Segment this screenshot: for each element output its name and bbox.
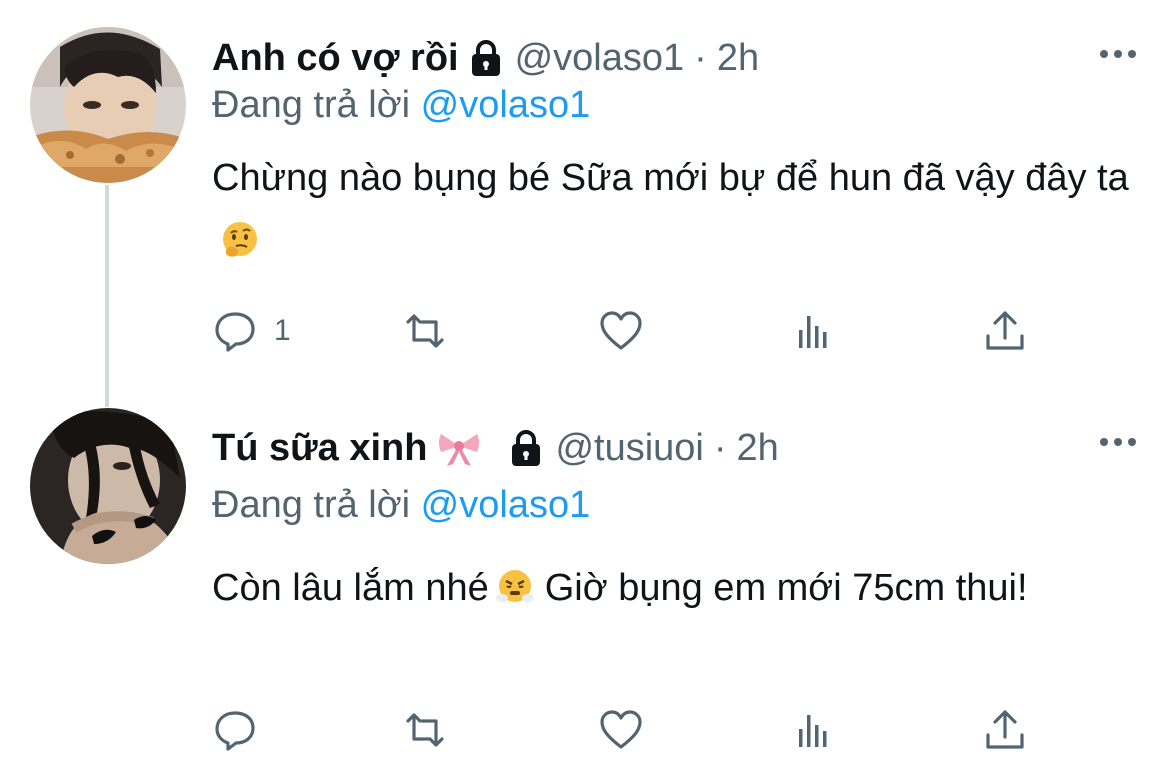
tweet-header: Tú sữa xinh @tusiuoi · 2h bbox=[212, 418, 1130, 478]
retweet-button[interactable] bbox=[402, 306, 448, 356]
timestamp[interactable]: 2h bbox=[737, 427, 779, 470]
retweet-button[interactable] bbox=[402, 705, 448, 755]
views-button[interactable] bbox=[790, 705, 836, 755]
avatar[interactable] bbox=[30, 27, 186, 183]
more-options-icon[interactable] bbox=[1098, 34, 1138, 74]
more-options-icon[interactable] bbox=[1098, 422, 1138, 462]
heart-icon bbox=[600, 710, 642, 749]
analytics-icon bbox=[799, 715, 827, 747]
retweet-icon bbox=[406, 713, 444, 747]
tweet-text: Còn lâu lắm nhé Giờ bụng em mới 75cm thu… bbox=[212, 556, 1142, 620]
tweet-actions bbox=[212, 705, 1042, 755]
replying-to: Đang trả lời @volaso1 bbox=[212, 84, 590, 127]
lock-icon bbox=[469, 38, 503, 78]
display-name[interactable]: Anh có vợ rồi bbox=[212, 37, 459, 80]
reply-icon bbox=[215, 312, 255, 352]
thinking-face-icon bbox=[220, 216, 260, 257]
replying-prefix: Đang trả lời bbox=[212, 84, 411, 126]
ribbon-icon bbox=[437, 428, 481, 468]
tweet-text-continuation: Giờ bụng em mới 75cm thui! bbox=[544, 567, 1028, 609]
tweet-header: Anh có vợ rồi @volaso1 · 2h bbox=[212, 28, 1130, 88]
reply-count: 1 bbox=[274, 314, 291, 347]
reply-button[interactable] bbox=[212, 705, 274, 755]
reply-button[interactable]: 1 bbox=[212, 306, 291, 356]
lock-icon bbox=[509, 428, 543, 468]
replying-to-handle[interactable]: @volaso1 bbox=[421, 484, 591, 526]
views-button[interactable] bbox=[790, 306, 836, 356]
separator-dot: · bbox=[694, 36, 707, 79]
share-button[interactable] bbox=[982, 705, 1028, 755]
replying-to-handle[interactable]: @volaso1 bbox=[421, 84, 591, 126]
avatar[interactable] bbox=[30, 408, 186, 564]
tweet-text: Chừng nào bụng bé Sữa mới bự để hun đã v… bbox=[212, 146, 1142, 274]
tweet-text-content: Chừng nào bụng bé Sữa mới bự để hun đã v… bbox=[212, 157, 1129, 199]
share-button[interactable] bbox=[982, 306, 1028, 356]
tweet[interactable]: Anh có vợ rồi @volaso1 · 2h Đang trả lời… bbox=[0, 0, 1170, 400]
user-handle[interactable]: @volaso1 bbox=[515, 37, 685, 80]
tweet-actions: 1 bbox=[212, 306, 1042, 356]
replying-to: Đang trả lời @volaso1 bbox=[212, 484, 590, 527]
share-icon bbox=[986, 710, 1024, 749]
timestamp[interactable]: 2h bbox=[717, 37, 759, 80]
separator-dot: · bbox=[713, 426, 727, 469]
tweet-text-content: Còn lâu lắm nhé bbox=[212, 567, 489, 609]
share-icon bbox=[986, 311, 1024, 350]
retweet-icon bbox=[406, 314, 444, 348]
heart-icon bbox=[600, 311, 642, 350]
reply-icon bbox=[215, 711, 255, 751]
display-name[interactable]: Tú sữa xinh bbox=[212, 427, 427, 470]
tweet[interactable]: Tú sữa xinh @tusiuoi · 2h Đang trả lời @… bbox=[0, 400, 1170, 765]
face-with-steam-icon bbox=[495, 562, 535, 602]
like-button[interactable] bbox=[598, 705, 644, 755]
analytics-icon bbox=[799, 316, 827, 348]
replying-prefix: Đang trả lời bbox=[212, 484, 411, 526]
user-handle[interactable]: @tusiuoi bbox=[555, 427, 703, 470]
like-button[interactable] bbox=[598, 306, 644, 356]
